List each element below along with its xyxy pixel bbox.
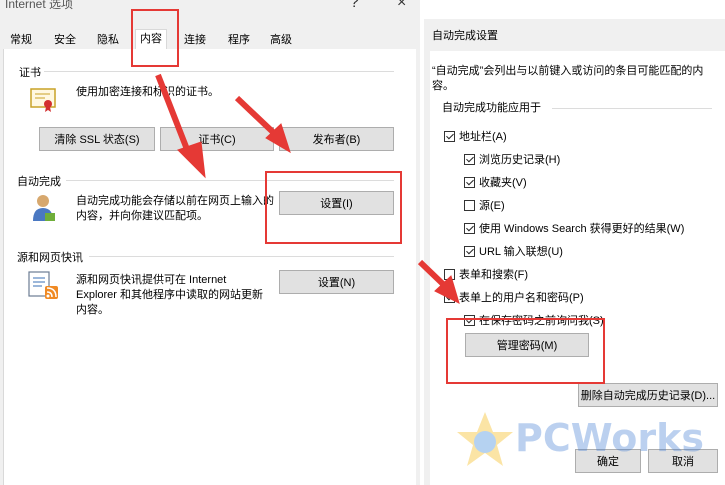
star-logo-icon [457,412,513,466]
arrow-to-publishers [234,95,279,138]
watermark-text: PCWorks [515,416,705,460]
watermark: PCWorks [455,410,725,470]
arrow-to-usernames [417,259,448,289]
arrow-head [177,141,206,179]
arrow-to-settings [155,73,193,159]
